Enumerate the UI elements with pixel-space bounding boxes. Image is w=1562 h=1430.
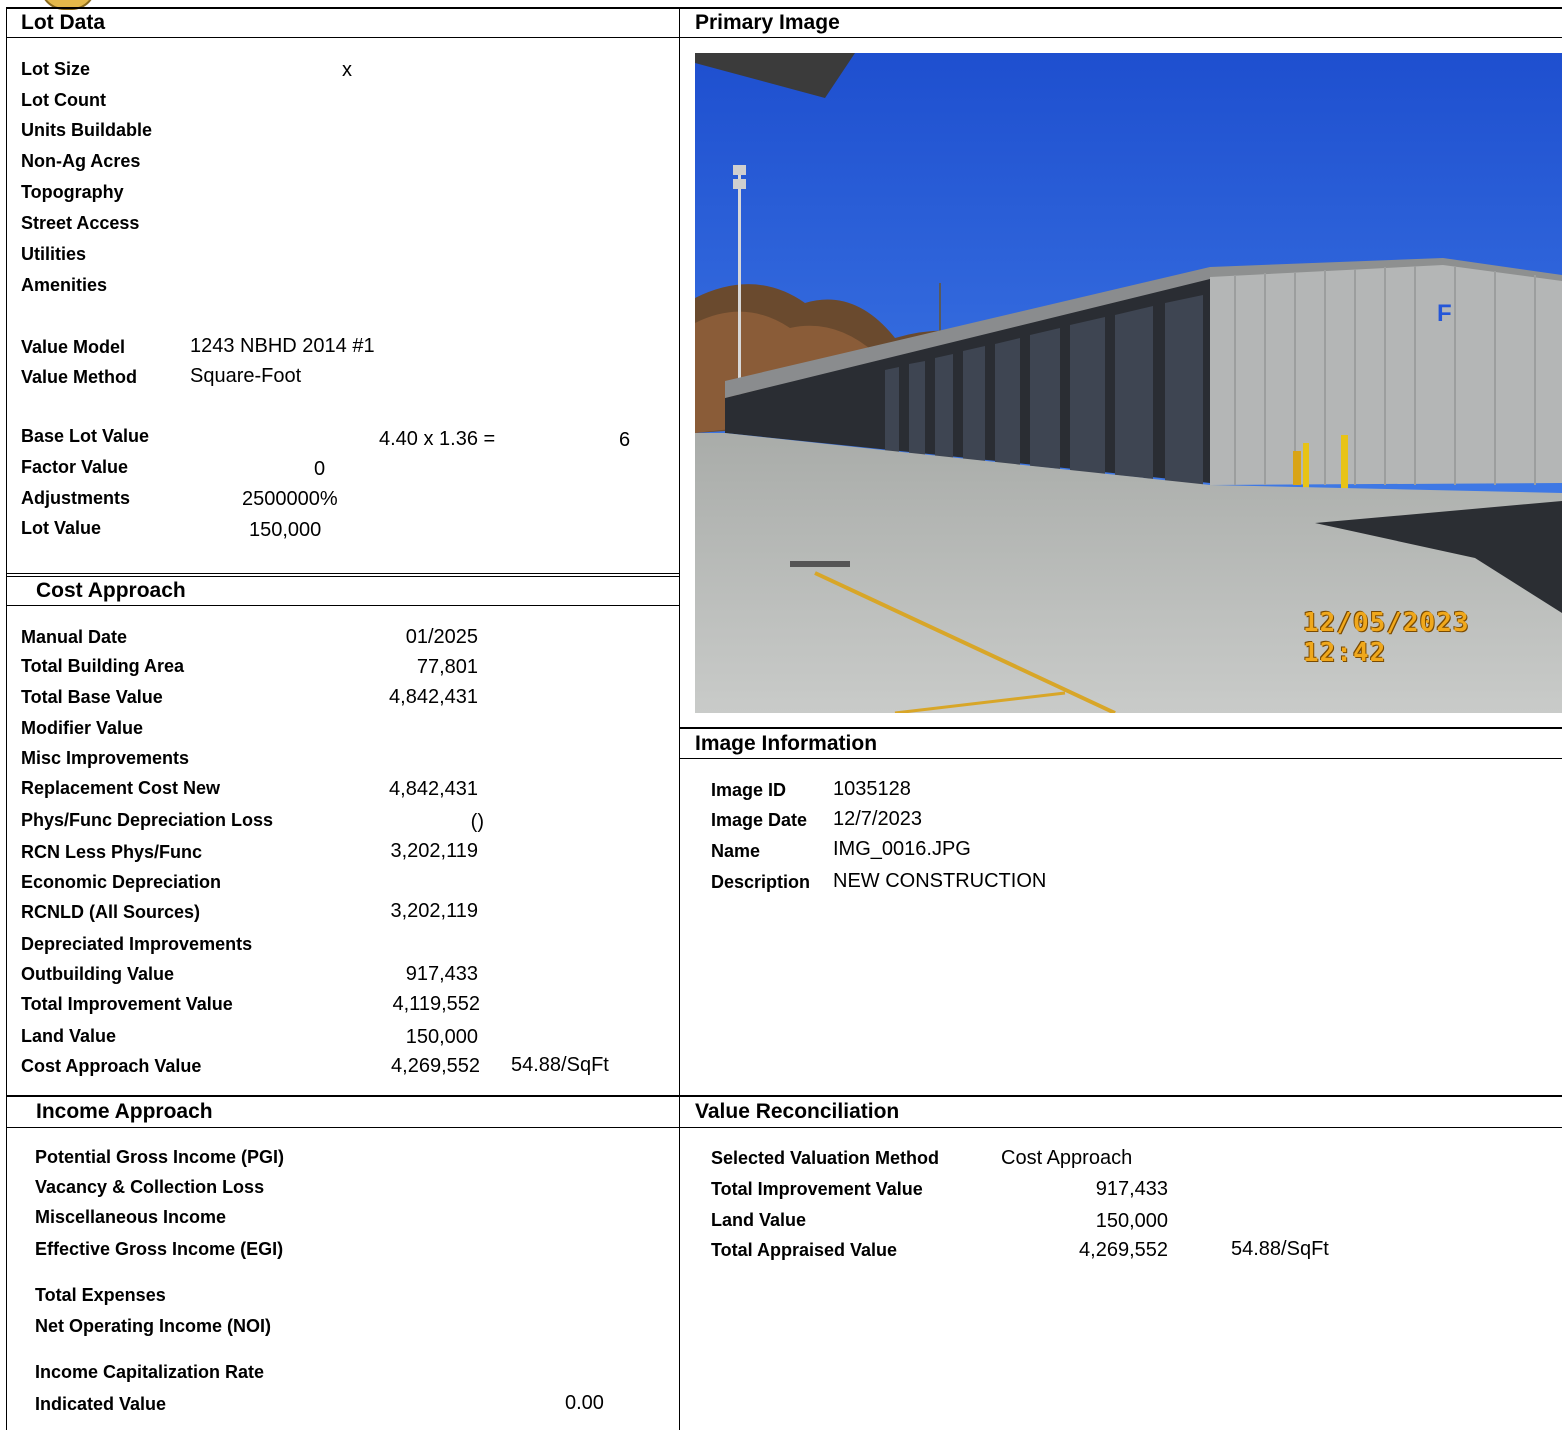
lot-size-value: x xyxy=(342,59,352,81)
total-appraised-value-label: Total Appraised Value xyxy=(711,1240,898,1260)
cost-approach-top-line xyxy=(6,573,680,574)
base-lot-result: 6 xyxy=(619,429,631,451)
cost-approach-value-value: 4,269,552 xyxy=(391,1055,480,1077)
outbuilding-value-value: 917,433 xyxy=(405,963,478,985)
primary-image-header: Primary Image xyxy=(695,11,840,34)
total-building-area-value: 77,801 xyxy=(416,656,478,678)
bottom-sections-header-line xyxy=(6,1127,1562,1128)
image-date-label: Image Date xyxy=(711,810,808,830)
lot-data-header: Lot Data xyxy=(21,11,105,34)
economic-depreciation-label: Economic Depreciation xyxy=(21,872,222,892)
phys-func-depreciation-label: Phys/Func Depreciation Loss xyxy=(21,810,274,830)
miscellaneous-income-label: Miscellaneous Income xyxy=(35,1207,227,1227)
image-id-label: Image ID xyxy=(711,780,787,800)
total-appraised-per-sqft: 54.88/SqFt xyxy=(1231,1238,1329,1260)
rcnld-all-sources-label: RCNLD (All Sources) xyxy=(21,902,201,922)
image-id-value: 1035128 xyxy=(833,778,911,800)
cap-rate-label: Income Capitalization Rate xyxy=(35,1362,265,1382)
recon-land-value-value: 150,000 xyxy=(1095,1210,1168,1232)
manual-date-value: 01/2025 xyxy=(405,626,478,648)
total-base-value-value: 4,842,431 xyxy=(389,686,478,708)
recon-total-improvement-value: 917,433 xyxy=(1095,1178,1168,1200)
rcnld-all-sources-value: 3,202,119 xyxy=(390,900,479,922)
value-reconciliation-header: Value Reconciliation xyxy=(695,1100,900,1123)
image-name-label: Name xyxy=(711,841,761,861)
lot-data-header-line xyxy=(6,37,680,38)
recon-land-value-label: Land Value xyxy=(711,1210,807,1230)
image-name-value: IMG_0016.JPG xyxy=(833,838,971,860)
value-model-value: 1243 NBHD 2014 #1 xyxy=(190,335,375,357)
replacement-cost-new-value: 4,842,431 xyxy=(389,778,478,800)
street-access-label: Street Access xyxy=(21,213,140,233)
image-info-top-line xyxy=(680,727,1562,729)
cost-approach-header: Cost Approach xyxy=(36,579,186,602)
replacement-cost-new-label: Replacement Cost New xyxy=(21,778,221,798)
lot-value-value: 150,000 xyxy=(249,519,322,541)
photo-timestamp: 12/05/2023 12:42 xyxy=(1303,608,1470,668)
total-building-area-label: Total Building Area xyxy=(21,656,185,676)
property-photo[interactable]: F 12/05/2023 12:42 xyxy=(695,53,1562,713)
primary-image-header-line xyxy=(680,37,1562,38)
selected-valuation-method-label: Selected Valuation Method xyxy=(711,1148,940,1168)
pgi-label: Potential Gross Income (PGI) xyxy=(35,1147,285,1167)
topography-label: Topography xyxy=(21,182,124,202)
phys-func-depreciation-value: () xyxy=(470,811,484,833)
lot-value-label: Lot Value xyxy=(21,518,102,538)
image-information-header: Image Information xyxy=(695,732,878,755)
modifier-value-label: Modifier Value xyxy=(21,718,144,738)
center-divider xyxy=(679,7,680,1430)
cost-approach-value-label: Cost Approach Value xyxy=(21,1056,202,1076)
factor-value-value: 0 xyxy=(314,458,326,480)
image-description-label: Description xyxy=(711,872,811,892)
value-model-label: Value Model xyxy=(21,337,126,357)
adjustments-label: Adjustments xyxy=(21,488,131,508)
value-method-value: Square-Foot xyxy=(190,365,302,387)
indicated-value-value: 0.00 xyxy=(565,1392,604,1414)
recon-total-improvement-label: Total Improvement Value xyxy=(711,1179,923,1199)
bottom-sections-top-line xyxy=(6,1095,1562,1097)
vacancy-collection-loss-label: Vacancy & Collection Loss xyxy=(35,1177,265,1197)
misc-improvements-label: Misc Improvements xyxy=(21,748,190,768)
depreciated-improvements-label: Depreciated Improvements xyxy=(21,934,253,954)
cost-approach-header-line xyxy=(6,605,680,606)
noi-label: Net Operating Income (NOI) xyxy=(35,1316,272,1336)
outbuilding-value-label: Outbuilding Value xyxy=(21,964,174,984)
left-border xyxy=(6,7,7,1430)
indicated-value-label: Indicated Value xyxy=(35,1394,167,1414)
total-improvement-value-value: 4,119,552 xyxy=(392,993,481,1015)
total-expenses-label: Total Expenses xyxy=(35,1285,166,1305)
lot-count-label: Lot Count xyxy=(21,90,106,110)
non-ag-acres-label: Non-Ag Acres xyxy=(21,151,141,171)
rcn-less-phys-func-label: RCN Less Phys/Func xyxy=(21,842,203,862)
lot-size-label: Lot Size xyxy=(21,59,91,79)
total-appraised-value-value: 4,269,552 xyxy=(1079,1239,1168,1261)
cost-approach-top-line-2 xyxy=(6,576,680,577)
total-improvement-value-label: Total Improvement Value xyxy=(21,994,233,1014)
image-date-value: 12/7/2023 xyxy=(833,808,922,830)
selected-valuation-method-value: Cost Approach xyxy=(1001,1147,1133,1169)
land-value-value: 150,000 xyxy=(405,1026,478,1048)
image-info-header-line xyxy=(680,758,1562,759)
image-description-value: NEW CONSTRUCTION xyxy=(833,870,1047,892)
base-lot-value-label: Base Lot Value xyxy=(21,426,150,446)
land-value-label: Land Value xyxy=(21,1026,117,1046)
units-buildable-label: Units Buildable xyxy=(21,120,153,140)
building-sign-letter: F xyxy=(1437,300,1452,327)
total-base-value-label: Total Base Value xyxy=(21,687,163,707)
adjustments-value: 2500000% xyxy=(242,488,338,510)
base-lot-formula: 4.40 x 1.36 = xyxy=(379,428,496,450)
top-border xyxy=(6,7,1562,9)
rcn-less-phys-func-value: 3,202,119 xyxy=(390,840,479,862)
manual-date-label: Manual Date xyxy=(21,627,128,647)
factor-value-label: Factor Value xyxy=(21,457,129,477)
income-approach-header: Income Approach xyxy=(36,1100,213,1123)
cost-approach-per-sqft: 54.88/SqFt xyxy=(511,1054,609,1076)
value-method-label: Value Method xyxy=(21,367,138,387)
amenities-label: Amenities xyxy=(21,275,108,295)
utilities-label: Utilities xyxy=(21,244,87,264)
egi-label: Effective Gross Income (EGI) xyxy=(35,1239,284,1259)
